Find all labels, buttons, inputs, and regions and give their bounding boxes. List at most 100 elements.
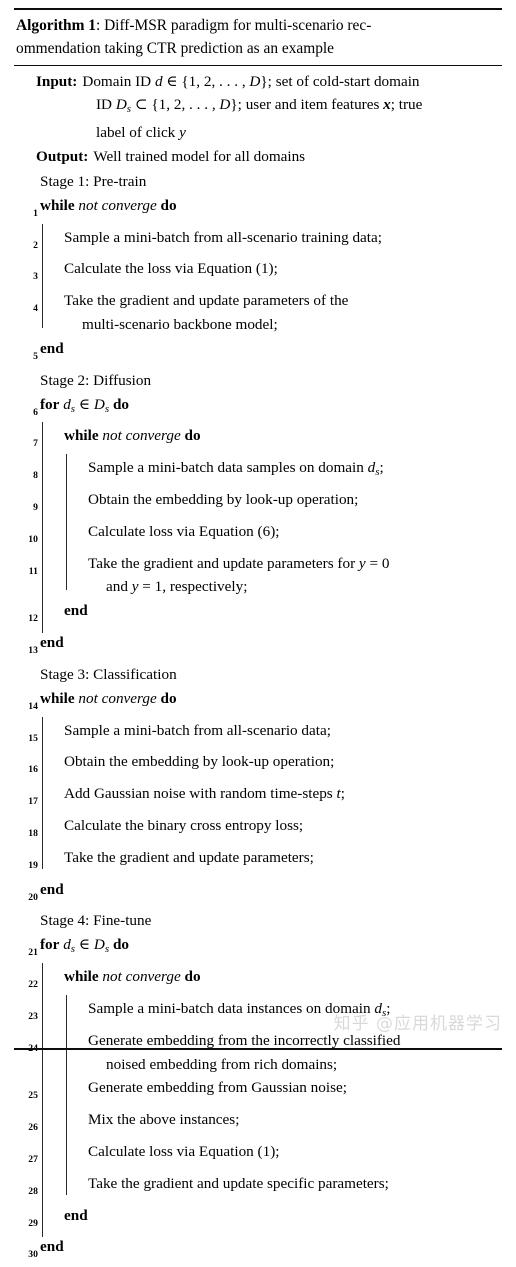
stage-1-label: Stage 1: Pre-train (40, 172, 147, 190)
code-line-3: 3 Calculate the loss via Equation (1); (14, 255, 502, 292)
kw-do: do (112, 395, 129, 413)
symbol-Ds: Ds (115, 96, 132, 116)
indent-guide-1 (38, 812, 62, 848)
line-6-text: for ds ∈ Ds do (40, 395, 129, 415)
caption-separator: : (95, 17, 105, 34)
symbol-ds: ds (367, 459, 380, 479)
kw-end: end (64, 1206, 88, 1224)
symbol-y: y (358, 554, 366, 572)
stage-line-3: Stage 3: Classification (14, 663, 502, 687)
line-number-blank (14, 170, 38, 178)
indent-guide-1 (38, 1137, 62, 1174)
indent-guide-1 (38, 287, 62, 337)
line-21-text: for ds ∈ Ds do (40, 936, 129, 956)
code-line-2: 2 Sample a mini-batch from all-scenario … (14, 223, 502, 260)
indent-guide-1 (38, 597, 62, 633)
line-18-text: Calculate the binary cross entropy loss; (64, 817, 304, 835)
line-number: 11 (28, 565, 38, 577)
code-line-7: 7 while not converge do (14, 422, 502, 459)
stage-line-2: Stage 2: Diffusion (14, 369, 502, 393)
line-number: 28 (28, 1185, 38, 1197)
line-17-prefix: Add Gaussian noise with random time-step… (64, 785, 333, 803)
line-24-text-a: Generate embedding from the incorrectly … (88, 1031, 401, 1049)
code-line-29: 29 end (14, 1201, 502, 1238)
line-5-text: end (38, 337, 502, 361)
symbol-x: x (383, 96, 391, 114)
indent-guide-1 (38, 1074, 62, 1110)
line-number-blank (14, 909, 38, 917)
line-number: 26 (28, 1122, 38, 1134)
indent-guide-1 (38, 486, 62, 522)
code-line-9: 9 Obtain the embedding by look-up operat… (14, 486, 502, 522)
line-8-text: Sample a mini-batch data samples on doma… (86, 456, 502, 485)
line-25-text: Generate embedding from Gaussian noise; (88, 1079, 347, 1097)
input-value: Domain ID d ∈ {1, 2, . . . , D}; set of … (82, 73, 420, 90)
line-10-text: Calculate loss via Equation (6); (88, 522, 280, 540)
indent-guide-1 (38, 255, 62, 292)
line-number: 4 (33, 303, 38, 315)
kw-do: do (184, 968, 201, 986)
line-4-text-a: Take the gradient and update parameters … (64, 292, 349, 310)
line-number-blank (14, 369, 38, 377)
indent-guide-2 (62, 995, 86, 1031)
cond-not-converge: not converge (102, 427, 181, 445)
line-15-text: Sample a mini-batch from all-scenario da… (64, 721, 331, 739)
line-8-prefix: Sample a mini-batch data samples on doma… (88, 459, 364, 477)
code-line-8: 8 Sample a mini-batch data samples on do… (14, 454, 502, 490)
kw-end: end (64, 602, 88, 620)
line-number: 1 (33, 207, 38, 219)
indent-guide-2 (62, 454, 86, 490)
line-number: 29 (28, 1217, 38, 1229)
cond-not-converge: not converge (78, 689, 157, 707)
input-label: Input: (36, 73, 78, 90)
indent-guide-1 (38, 517, 62, 554)
code-line-14: 14 while not converge do (14, 687, 502, 719)
code-line-27: 27 Calculate loss via Equation (1); (14, 1137, 502, 1174)
caption-title-line1: Diff-MSR paradigm for multi-scenario rec… (104, 17, 372, 34)
line-number: 3 (33, 271, 38, 283)
line-24-text: Generate embedding from the incorrectly … (86, 1029, 502, 1077)
stage-line-1: Stage 1: Pre-train (14, 170, 502, 194)
line-11-text: Take the gradient and update parameters … (86, 552, 502, 600)
indent-guide-1 (38, 454, 62, 490)
line-8-tail: ; (379, 459, 384, 477)
caption-title-line2: ommendation taking CTR prediction as an … (16, 40, 334, 57)
input-row: Input: Domain ID d ∈ {1, 2, . . . , D}; … (14, 70, 502, 93)
figure-bottom-rule (14, 1048, 502, 1050)
line-19-text: Take the gradient and update parameters; (64, 848, 314, 866)
indent-guide-1 (38, 223, 62, 260)
line-number: 15 (28, 732, 38, 744)
code-line-13: 13 end (14, 631, 502, 663)
line-number: 7 (33, 438, 38, 450)
line-30-text: end (38, 1235, 502, 1259)
line-22-text: while not converge do (62, 965, 502, 989)
code-line-24: 24 Generate embedding from the incorrect… (14, 1026, 502, 1078)
line-24-text-b: noised embedding from rich domains; (106, 1055, 338, 1073)
kw-end: end (40, 339, 64, 357)
indent-guide-1 (38, 995, 62, 1031)
indent-guide-1 (38, 780, 62, 816)
line-number: 6 (33, 406, 38, 418)
code-line-28: 28 Take the gradient and update specific… (14, 1169, 502, 1206)
symbol-ds: ds (374, 1000, 387, 1020)
indent-guide-2 (62, 549, 86, 600)
line-number: 17 (28, 796, 38, 808)
io-block: Input: Domain ID d ∈ {1, 2, . . . , D}; … (14, 66, 502, 169)
indent-guide-1 (38, 549, 62, 601)
line-number: 23 (28, 1011, 38, 1022)
algorithm-caption: Algorithm 1: Diff-MSR paradigm for multi… (14, 10, 502, 65)
line-number: 5 (33, 350, 38, 362)
code-line-26: 26 Mix the above instances; (14, 1106, 502, 1142)
line-7-text: while not converge do (62, 424, 502, 448)
line-number: 16 (28, 764, 38, 776)
indent-guide-1 (38, 1026, 62, 1078)
input-continuation-2: label of click y (96, 124, 186, 142)
line-number: 22 (28, 979, 38, 991)
stage-4-label: Stage 4: Fine-tune (40, 912, 152, 930)
line-11-a-eq: = 0 (365, 554, 390, 572)
stage-2-label: Stage 2: Diffusion (40, 371, 152, 389)
line-11-b-prefix: and (106, 578, 128, 596)
symbol-d: d (154, 73, 163, 90)
kw-while: while (64, 968, 99, 986)
indent-guide-2 (62, 1169, 86, 1204)
